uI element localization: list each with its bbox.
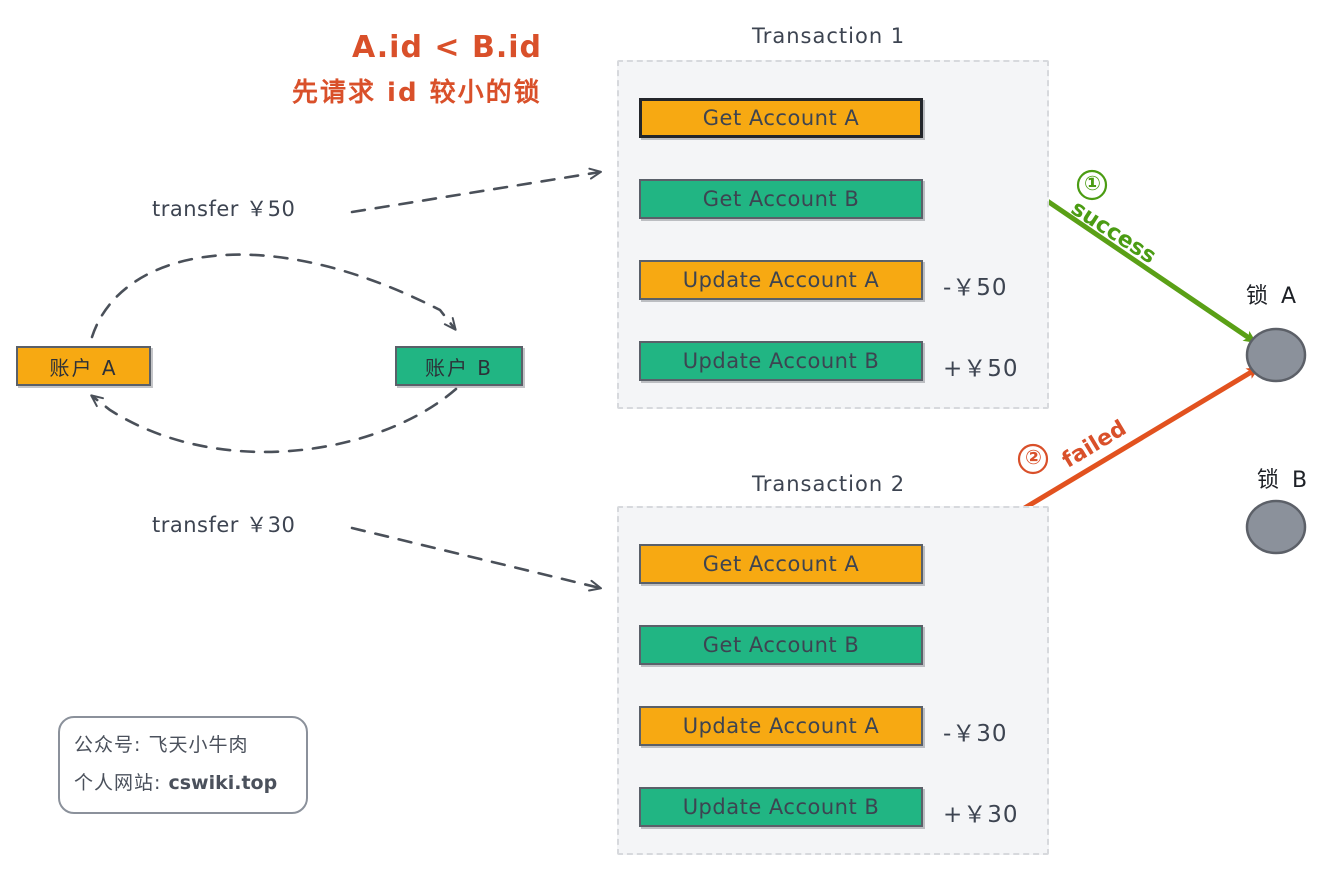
t1-step-3-label: Update Account A bbox=[682, 268, 880, 292]
t1-step-2-label: Get Account B bbox=[702, 187, 860, 211]
t2-step-2[interactable]: Get Account B bbox=[639, 625, 923, 665]
watermark-site-prefix: 个人网站: bbox=[74, 772, 169, 794]
t2-step-3-amount: -￥30 bbox=[943, 721, 1008, 747]
watermark-site: cswiki.top bbox=[168, 772, 278, 794]
t2-step-4-label: Update Account B bbox=[682, 795, 880, 819]
t2-step-1-label: Get Account A bbox=[702, 552, 860, 576]
headline-primary: A.id < B.id bbox=[352, 30, 542, 65]
pointer-to-transaction-1 bbox=[350, 167, 602, 214]
t1-step-1[interactable]: Get Account A bbox=[639, 98, 923, 138]
t2-step-3[interactable]: Update Account A bbox=[639, 706, 923, 746]
t2-step-4[interactable]: Update Account B bbox=[639, 787, 923, 827]
watermark-line-1: 公众号: 飞天小牛肉 bbox=[74, 734, 249, 756]
diagram-canvas: A.id < B.id 先请求 id 较小的锁 账户 A 账户 B transf… bbox=[0, 0, 1336, 870]
t2-step-4-amount: +￥30 bbox=[943, 802, 1019, 828]
t1-step-4-label: Update Account B bbox=[682, 349, 880, 373]
lock-b-label: 锁 B bbox=[1257, 468, 1311, 493]
lock-a-circle bbox=[1245, 327, 1307, 383]
account-box-a[interactable]: 账户 A bbox=[16, 346, 151, 386]
transfer-label-2: transfer ￥30 bbox=[152, 513, 296, 537]
transfer-arrow-b-to-a bbox=[90, 387, 458, 454]
t2-step-2-label: Get Account B bbox=[702, 633, 860, 657]
account-b-label: 账户 B bbox=[424, 355, 494, 380]
account-a-label: 账户 A bbox=[49, 355, 118, 380]
failed-marker-label: ② bbox=[1025, 445, 1042, 469]
watermark-box: 公众号: 飞天小牛肉 个人网站: cswiki.top bbox=[58, 716, 308, 814]
t2-step-1[interactable]: Get Account A bbox=[639, 544, 923, 584]
t1-step-3-amount: -￥50 bbox=[943, 275, 1008, 301]
t1-step-3[interactable]: Update Account A bbox=[639, 260, 923, 300]
headline-secondary: 先请求 id 较小的锁 bbox=[292, 78, 542, 108]
success-marker-label: ① bbox=[1084, 171, 1101, 195]
transaction-1-title: Transaction 1 bbox=[752, 24, 906, 48]
transaction-2-title: Transaction 2 bbox=[752, 472, 906, 496]
t1-step-4[interactable]: Update Account B bbox=[639, 341, 923, 381]
t1-step-2[interactable]: Get Account B bbox=[639, 179, 923, 219]
t2-step-3-label: Update Account A bbox=[682, 714, 880, 738]
account-box-b[interactable]: 账户 B bbox=[395, 346, 523, 386]
lock-b-circle bbox=[1245, 499, 1307, 555]
lock-a-label: 锁 A bbox=[1246, 284, 1300, 309]
t1-step-1-label: Get Account A bbox=[702, 106, 860, 130]
watermark-line-2: 个人网站: cswiki.top bbox=[74, 764, 292, 802]
t1-step-4-amount: +￥50 bbox=[943, 356, 1019, 382]
pointer-to-transaction-2 bbox=[350, 526, 602, 592]
transfer-label-1: transfer ￥50 bbox=[152, 197, 296, 221]
transfer-arrow-a-to-b bbox=[90, 253, 457, 339]
